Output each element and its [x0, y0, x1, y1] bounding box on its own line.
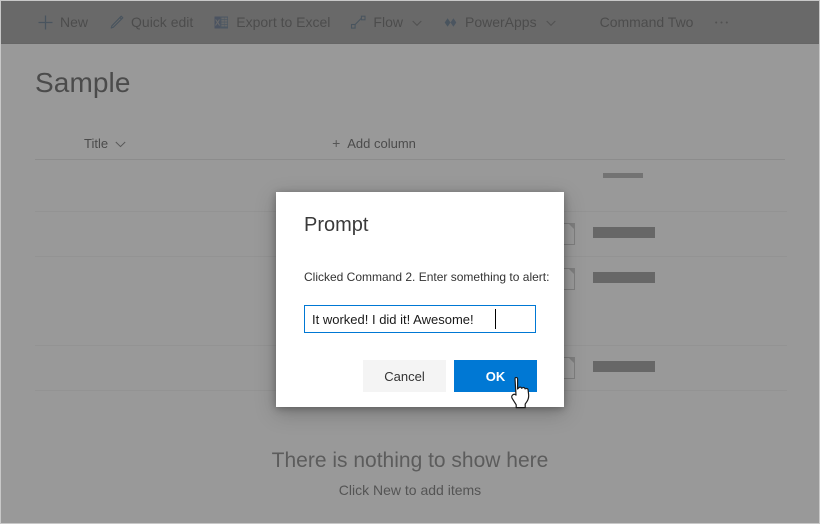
prompt-input[interactable] [304, 305, 536, 333]
prompt-dialog: Prompt Clicked Command 2. Enter somethin… [276, 192, 564, 407]
cancel-button[interactable]: Cancel [363, 360, 446, 392]
modal-overlay-top-strip [1, 1, 819, 44]
app-window: New Quick edit [0, 0, 820, 524]
dialog-message: Clicked Command 2. Enter something to al… [304, 270, 550, 284]
dialog-title: Prompt [304, 214, 369, 236]
dialog-actions: Cancel OK [276, 360, 564, 392]
text-caret [495, 309, 496, 329]
ok-button[interactable]: OK [454, 360, 537, 392]
